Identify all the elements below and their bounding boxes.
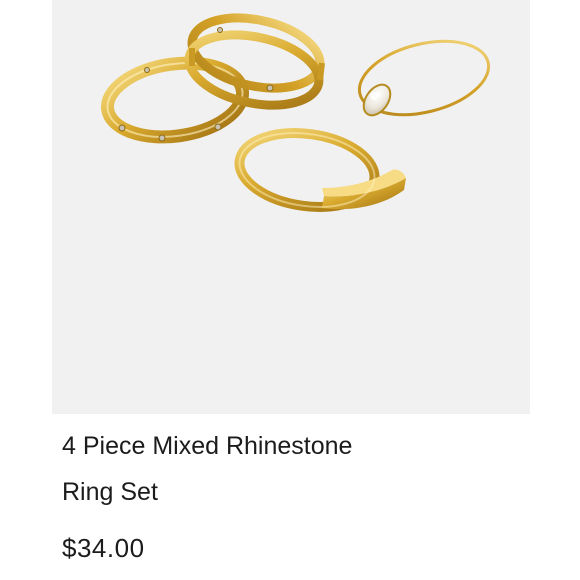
solitaire-rhinestone-ring bbox=[357, 39, 491, 117]
product-title-line-1: 4 Piece Mixed Rhinestone bbox=[62, 432, 353, 460]
product-image[interactable] bbox=[52, 0, 530, 414]
double-band-ring bbox=[184, 13, 325, 110]
product-title-line-2: Ring Set bbox=[62, 478, 158, 506]
product-price: $34.00 bbox=[62, 533, 145, 563]
gold-ring-set-photo bbox=[100, 13, 491, 212]
product-title[interactable]: 4 Piece Mixed Rhinestone Ring Set bbox=[62, 423, 502, 515]
signet-ring bbox=[234, 128, 406, 212]
